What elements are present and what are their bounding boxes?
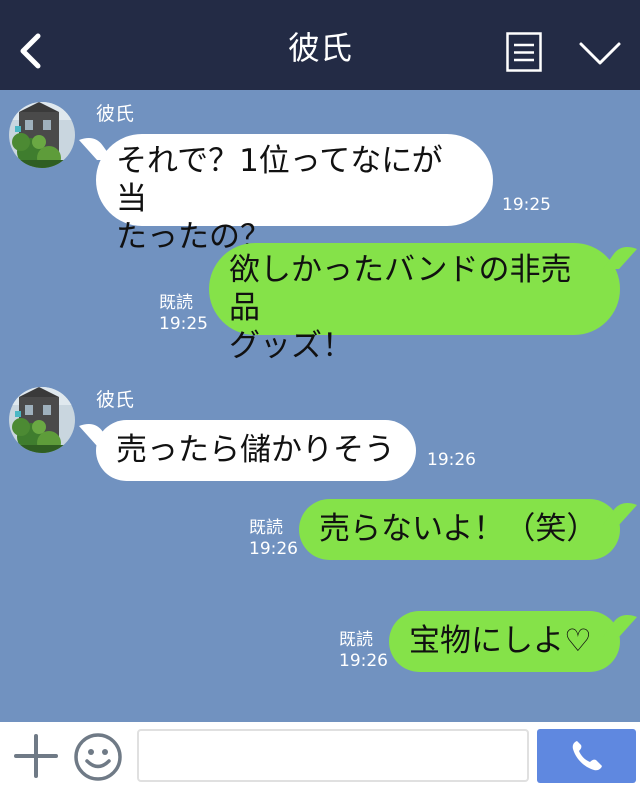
phone-icon <box>572 741 602 771</box>
smiley-icon[interactable] <box>73 732 123 782</box>
read-receipt: 既読 <box>249 518 283 538</box>
chevron-down-icon[interactable] <box>578 40 622 68</box>
outgoing-message-bubble[interactable]: 売らないよ！（笑） <box>299 499 637 560</box>
message-meta: 19:25 <box>502 195 551 216</box>
message-time: 19:26 <box>339 651 388 671</box>
sender-name: 彼氏 <box>96 103 135 125</box>
read-receipt: 既読 <box>339 630 373 650</box>
bubble-tail <box>603 615 637 637</box>
plus-icon[interactable] <box>14 734 58 778</box>
outgoing-message-bubble[interactable]: 欲しかったバンドの非売品 グッズ！ <box>209 243 637 364</box>
message-time: 19:26 <box>249 539 298 559</box>
outgoing-message-bubble[interactable]: 宝物にしよ♡ <box>389 611 637 672</box>
chat-title: 彼氏 <box>287 29 352 67</box>
message-meta: 19:26 <box>427 450 476 471</box>
message-meta: 既読 19:25 <box>159 293 208 335</box>
avatar[interactable] <box>9 387 75 453</box>
chat-area[interactable]: 彼氏 それで？1位ってなにが当 たったの？ 19:25 既読 19:25 欲しか… <box>0 90 640 722</box>
message-text: 売ったら儲かりそう <box>116 432 395 468</box>
message-time: 19:26 <box>427 450 476 470</box>
note-menu-icon[interactable] <box>506 32 542 72</box>
incoming-message-bubble[interactable]: 売ったら儲かりそう <box>79 420 416 481</box>
message-time: 19:25 <box>159 314 208 334</box>
chat-header: 彼氏 <box>0 0 640 90</box>
incoming-message-bubble[interactable]: それで？1位ってなにが当 たったの？ <box>79 134 493 255</box>
bubble-tail <box>603 247 637 269</box>
message-input[interactable] <box>137 729 529 782</box>
message-text: 欲しかったバンドの非売品 グッズ！ <box>229 252 572 364</box>
avatar[interactable] <box>9 102 75 168</box>
message-time: 19:25 <box>502 195 551 215</box>
call-button[interactable] <box>537 729 636 783</box>
message-text: 売らないよ！（笑） <box>319 511 598 547</box>
bubble-tail <box>79 138 113 160</box>
message-meta: 既読 19:26 <box>249 518 298 560</box>
message-text: 宝物にしよ♡ <box>409 623 592 659</box>
bubble-tail <box>79 424 113 446</box>
read-receipt: 既読 <box>159 293 193 313</box>
message-text: それで？1位ってなにが当 たったの？ <box>116 143 443 255</box>
sender-name: 彼氏 <box>96 389 135 411</box>
message-meta: 既読 19:26 <box>339 630 388 672</box>
bubble-tail <box>603 503 637 525</box>
